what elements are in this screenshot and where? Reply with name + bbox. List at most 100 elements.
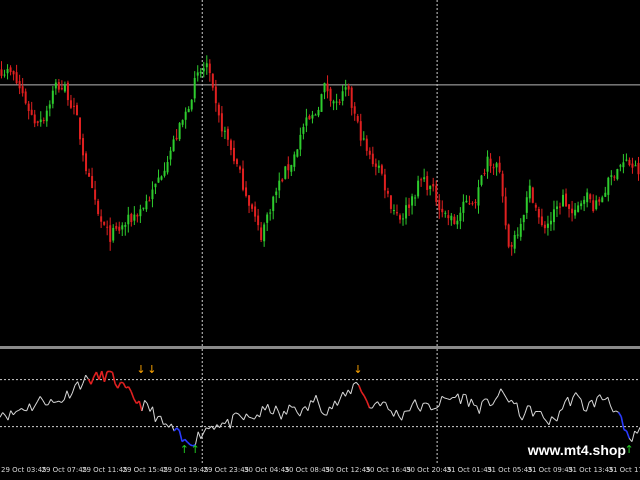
candle-body [498,162,501,172]
oscillator-segment [79,382,84,390]
oscillator-segment [74,381,79,386]
oscillator-segment [559,408,563,412]
oscillator-segment [0,412,4,418]
candle-body [335,101,338,103]
oscillator-segment [197,431,202,439]
oscillator-segment [334,400,338,406]
candle-body [205,63,208,68]
candle-body [79,117,81,140]
oscillator-segment [379,401,384,407]
oscillator-segment [607,397,612,407]
candle-body [574,209,577,216]
candle-body [45,110,48,122]
oscillator-segment [486,398,491,406]
oscillator-segment [109,370,113,374]
candle-body [30,109,33,115]
candle-body [356,116,359,122]
candle-body [589,194,592,200]
candle-body [577,205,580,212]
candle-body [350,87,353,108]
candle-body [88,173,91,177]
candle-body [299,134,302,150]
candle-body [314,114,317,116]
oscillator-segment [398,415,403,421]
candle-body [193,77,196,99]
oscillator-segment [160,416,164,425]
candle-body [616,169,619,180]
candle-body [305,117,308,126]
time-axis-label: 29 Oct 19:45 [163,466,209,474]
candle-body [275,191,278,196]
oscillator-segment [259,406,263,418]
sell-arrow-icon: ↓ [136,363,145,376]
oscillator-segment [623,428,627,432]
oscillator-segment [264,404,269,411]
candle-body [100,216,103,222]
candle-body [151,189,154,200]
candle-body [528,185,531,199]
oscillator-segment [2,412,6,416]
oscillator-segment [385,402,389,410]
candle-body [284,166,287,179]
oscillator-segment [620,416,625,430]
candle-body [619,165,622,167]
time-axis-label: 30 Oct 08:45 [284,466,331,474]
oscillator-segment [366,400,371,409]
candle-body [380,165,383,174]
oscillator-segment [154,416,159,422]
candle-body [266,214,269,223]
price-chart[interactable] [0,0,640,346]
time-axis-label: 29 Oct 23:45 [203,466,250,474]
oscillator-segment [342,391,346,397]
oscillator-segment [524,405,529,414]
oscillator-segment [417,407,421,412]
oscillator-segment [444,397,448,400]
candle-body [389,195,392,209]
candle-body [142,207,145,209]
candle-body [133,214,136,221]
candle-body [513,235,516,249]
candle-body [477,187,480,206]
candle-body [220,113,223,132]
candle-body [272,196,275,212]
candle-body [414,197,417,199]
candle-body [510,244,513,247]
oscillator-segment [288,404,293,408]
candle-body [359,121,362,141]
candle-body [323,82,326,93]
candle-body [115,225,118,229]
oscillator-segment [326,406,330,416]
oscillator-segment [516,402,520,417]
candle-body [347,86,350,90]
oscillator-segment [34,401,38,407]
oscillator-segment [237,413,242,418]
oscillator-segment [355,381,360,386]
candle-body [254,206,257,217]
candle-body [447,215,450,219]
candle-body [631,163,634,168]
candle-body [450,215,453,221]
oscillator-segment [304,406,309,412]
candle-body [559,206,561,208]
candle-body [217,104,220,116]
candle-body [229,140,232,150]
time-axis: 29 Oct 03:45 29 Oct 07:45 29 Oct 11:45 29 O… [0,463,640,480]
oscillator-segment [15,409,19,413]
candle-body [27,103,30,111]
oscillator-segment [267,404,271,414]
time-axis-label: 30 Oct 04:45 [244,466,290,474]
candle-body [0,69,3,76]
candle-body [468,203,471,205]
oscillator-segment [505,397,510,403]
oscillator-segment [478,401,483,414]
candle-body [232,147,235,162]
candle-body [257,215,260,226]
oscillator-segment [243,413,247,421]
candle-body [459,212,462,222]
candle-body [562,194,565,207]
oscillator-segment [163,423,167,425]
candle-body [495,163,498,168]
time-axis-label: 29 Oct 15:45 [122,466,169,474]
candle-body [408,204,411,208]
candle-body [202,68,205,72]
